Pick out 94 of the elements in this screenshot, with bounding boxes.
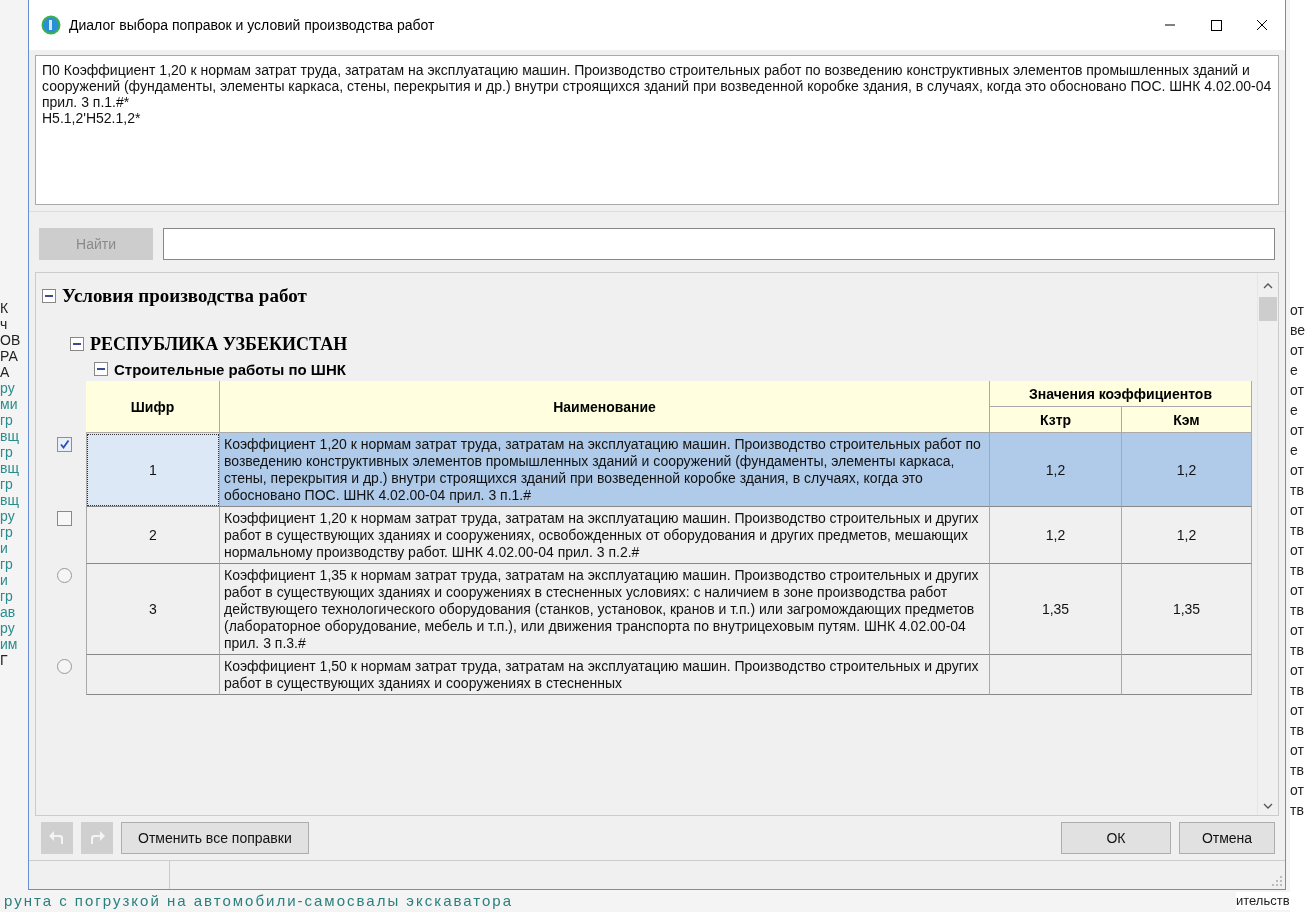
checkbox[interactable] — [56, 511, 72, 526]
table-cell[interactable] — [1122, 655, 1252, 695]
table-cell[interactable]: 3 — [86, 564, 220, 655]
background-text: от — [1290, 421, 1305, 440]
background-text: гр — [0, 476, 14, 492]
background-text: и — [0, 540, 9, 556]
tree-node[interactable]: Строительные работы по ШНК — [114, 360, 346, 378]
table-cell[interactable]: 1 — [86, 433, 220, 507]
background-text: рунта с погрузкой на автомобили-самосвалы экскаватора — [4, 892, 513, 910]
table-cell[interactable]: 1,2 — [990, 507, 1122, 564]
background-text: от — [1290, 501, 1305, 520]
scrollbar-thumb[interactable] — [1259, 297, 1277, 321]
scroll-down-icon[interactable] — [1262, 801, 1274, 811]
background-text: А — [0, 364, 11, 380]
background-text: тв — [1290, 561, 1305, 580]
table-cell[interactable]: Коэффициент 1,35 к нормам затрат труда, затратам на эксплуатацию машин. Производство строительных и других работ в существующих зданиях и сооружениях в стесненных условиях: с наличием в зоне производства работ действующего технологического оборудования (станков, установок, кранов и т.п.) или загромождающих предметов (лабораторное оборудование, мебель и т.п.), или движения транспорта по внутрицеховым путям. ШНК 4.02.00-04 прил. 3 п.3.# — [220, 564, 990, 655]
column-header: Наименование — [220, 381, 990, 433]
collapse-icon[interactable] — [42, 289, 56, 303]
background-text: тв — [1290, 641, 1305, 660]
background-text: от — [1290, 461, 1305, 480]
tree-node[interactable]: РЕСПУБЛИКА УЗБЕКИСТАН — [90, 333, 348, 355]
radio-button[interactable] — [56, 659, 72, 674]
background-text: от — [1290, 621, 1305, 640]
column-header: Значения коэффициентов — [990, 381, 1252, 407]
table-cell[interactable]: Коэффициент 1,20 к нормам затрат труда, затратам на эксплуатацию машин. Производство строительных работ по возведению конструктивных элементов промышленных зданий и сооружений (фундаменты, элементы каркаса, стены, перекрытия и др.) внутри строящихся зданий при возведенной коробке здания, в случаях, когда это обосновано ПОС. ШНК 4.02.00-04 прил. 3 п.1.# — [220, 433, 990, 507]
background-text: им — [0, 636, 19, 652]
background-text: ав — [0, 604, 17, 620]
background-text: е — [1290, 441, 1299, 460]
column-header: Кзтр — [990, 407, 1122, 433]
checkbox[interactable] — [56, 437, 72, 452]
collapse-icon[interactable] — [70, 337, 84, 351]
background-text: ру — [0, 620, 16, 636]
background-text: ру — [0, 380, 16, 396]
background-text: от — [1290, 781, 1305, 800]
cancel-button[interactable]: Отмена — [1179, 822, 1275, 854]
table-cell[interactable]: 1,2 — [1122, 507, 1252, 564]
reset-button[interactable]: Отменить все поправки — [121, 822, 309, 854]
background-text: и — [0, 572, 9, 588]
background-text: е — [1290, 361, 1299, 380]
background-text: РА — [0, 348, 19, 364]
background-text: вщ — [0, 492, 20, 508]
background-text: от — [1290, 701, 1305, 720]
background-text: ве — [1290, 321, 1306, 340]
table-cell[interactable]: Коэффициент 1,50 к нормам затрат труда, затратам на эксплуатацию машин. Производство строительных и других работ в существующих зданиях и сооружениях в стесненных — [220, 655, 990, 695]
radio-button[interactable] — [56, 568, 72, 583]
collapse-icon[interactable] — [94, 362, 108, 376]
background-text: от — [1290, 341, 1305, 360]
background-text: от — [1290, 301, 1305, 320]
table-cell[interactable]: 1,35 — [1122, 564, 1252, 655]
column-header: Шифр — [86, 381, 220, 433]
background-text: ительств — [1236, 892, 1290, 910]
background-text: ч — [0, 316, 9, 332]
background-text: гр — [0, 588, 14, 604]
background-text: гр — [0, 556, 14, 572]
background-text: от — [1290, 581, 1305, 600]
background-text: тв — [1290, 721, 1305, 740]
background-text: гр — [0, 412, 14, 428]
column-header: Кэм — [1122, 407, 1252, 433]
background-text: тв — [1290, 801, 1305, 820]
table-cell[interactable]: 1,35 — [990, 564, 1122, 655]
background-text: тв — [1290, 761, 1305, 780]
background-text: от — [1290, 381, 1305, 400]
resize-grip-icon[interactable] — [1271, 875, 1283, 887]
background-text: от — [1290, 741, 1305, 760]
table-cell[interactable]: 2 — [86, 507, 220, 564]
background-text: тв — [1290, 601, 1305, 620]
window-title: Диалог выбора поправок и условий производства работ — [69, 17, 435, 33]
scroll-up-icon[interactable] — [1262, 281, 1274, 291]
background-text: Г — [0, 652, 9, 668]
table-cell[interactable]: 1,2 — [1122, 433, 1252, 507]
background-text: ми — [0, 396, 19, 412]
description-text[interactable]: П0 Коэффициент 1,20 к нормам затрат труда, затратам на эксплуатацию машин. Производство строительных работ по возведению конструктивных элементов промышленных зданий и сооружений (фундаменты, элементы каркаса, стены, перекрытия и др.) внутри строящихся зданий при возведенной коробке здания, в случаях, когда это обосновано ПОС. ШНК 4.02.00-04 прил. 3 п.1.#* Н5.1,2'Н52.1,2* — [35, 55, 1279, 205]
table-cell[interactable]: Коэффициент 1,20 к нормам затрат труда, затратам на эксплуатацию машин. Производство строительных и других работ в существующих зданиях и сооружениях, освобожденных от оборудования и других предметов, мешающих нормальному производству работ. ШНК 4.02.00-04 прил. 3 п.2.# — [220, 507, 990, 564]
scrollbar[interactable] — [1257, 273, 1278, 815]
background-text: тв — [1290, 521, 1305, 540]
table-cell[interactable] — [990, 655, 1122, 695]
background-text: К — [0, 300, 10, 316]
background-text: от — [1290, 541, 1305, 560]
background-text: тв — [1290, 481, 1305, 500]
background-text: гр — [0, 444, 14, 460]
search-field[interactable] — [163, 228, 1275, 260]
background-text: гр — [0, 524, 14, 540]
background-text: вщ — [0, 460, 20, 476]
background-text: ру — [0, 508, 16, 524]
table-cell[interactable] — [86, 655, 220, 695]
background-text: е — [1290, 401, 1299, 420]
background-text: ОВ — [0, 332, 22, 348]
tree-node[interactable]: Условия производства работ — [62, 285, 307, 307]
background-text: тв — [1290, 681, 1305, 700]
table-cell[interactable]: 1,2 — [990, 433, 1122, 507]
background-text: от — [1290, 661, 1305, 680]
ok-button[interactable]: ОК — [1061, 822, 1171, 854]
globe-icon — [41, 15, 61, 35]
background-text: вщ — [0, 428, 20, 444]
